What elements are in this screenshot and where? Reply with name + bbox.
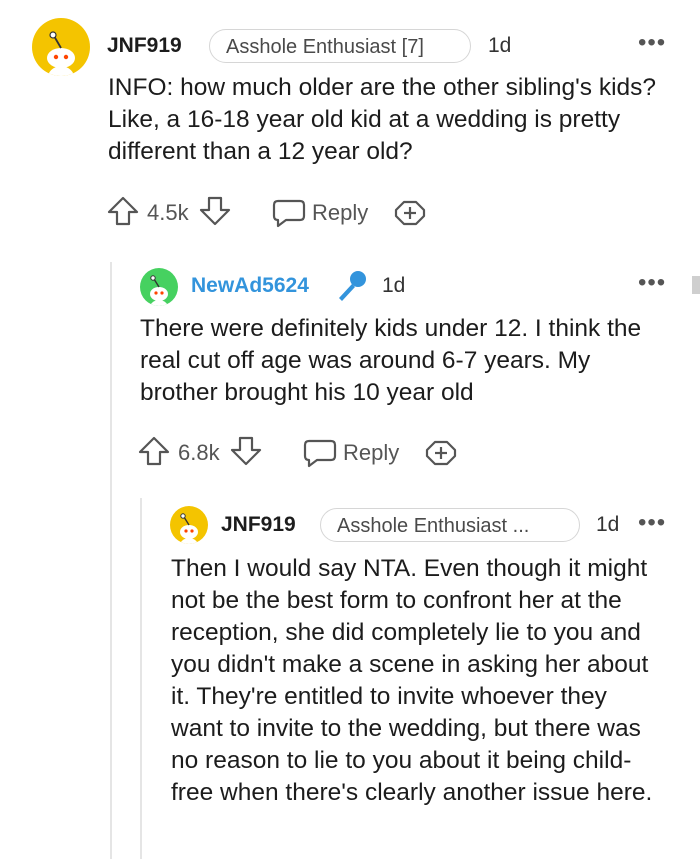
username[interactable]: JNF919	[107, 34, 182, 58]
user-flair: Asshole Enthusiast [7]	[209, 29, 471, 63]
upvote-arrow-icon	[138, 436, 170, 466]
thread-line[interactable]	[140, 498, 142, 859]
add-award-icon	[425, 440, 457, 466]
snoo-avatar-icon	[47, 31, 75, 76]
avatar[interactable]	[32, 18, 90, 76]
username[interactable]: JNF919	[221, 513, 296, 537]
speech-bubble-icon	[272, 199, 306, 228]
upvote-button[interactable]	[107, 196, 139, 226]
comment-body: INFO: how much older are the other sibli…	[108, 74, 657, 165]
snoo-avatar-icon	[149, 275, 169, 306]
thread-line[interactable]	[110, 262, 112, 859]
more-options-button[interactable]: •••	[638, 511, 666, 535]
upvote-arrow-icon	[107, 196, 139, 226]
avatar[interactable]	[140, 268, 178, 306]
reply-button[interactable]: Reply	[272, 196, 372, 228]
downvote-button[interactable]	[199, 196, 231, 226]
upvote-button[interactable]	[138, 436, 170, 466]
award-button[interactable]	[425, 438, 457, 468]
downvote-arrow-icon	[199, 196, 231, 226]
microphone-icon	[333, 268, 369, 304]
user-flair: Asshole Enthusiast ...	[320, 508, 580, 542]
timestamp: 1d	[596, 513, 620, 536]
timestamp: 1d	[382, 274, 406, 297]
vote-score: 6.8k	[178, 440, 220, 465]
speech-bubble-icon	[303, 439, 337, 468]
avatar[interactable]	[170, 506, 208, 544]
award-button[interactable]	[394, 198, 426, 228]
username[interactable]: NewAd5624	[191, 274, 309, 298]
comment-body: Then I would say NTA. Even though it mig…	[171, 555, 653, 806]
downvote-button[interactable]	[230, 436, 262, 466]
add-award-icon	[394, 200, 426, 226]
timestamp: 1d	[488, 34, 512, 57]
reply-button[interactable]: Reply	[303, 436, 403, 468]
more-options-button[interactable]: •••	[638, 31, 666, 55]
reply-label: Reply	[343, 440, 400, 465]
reply-label: Reply	[312, 200, 369, 225]
vote-score: 4.5k	[147, 200, 189, 225]
snoo-avatar-icon	[179, 513, 199, 544]
comment-body: There were definitely kids under 12. I t…	[140, 315, 642, 406]
downvote-arrow-icon	[230, 436, 262, 466]
scrollbar-thumb[interactable]	[692, 276, 700, 294]
more-options-button[interactable]: •••	[638, 271, 666, 295]
